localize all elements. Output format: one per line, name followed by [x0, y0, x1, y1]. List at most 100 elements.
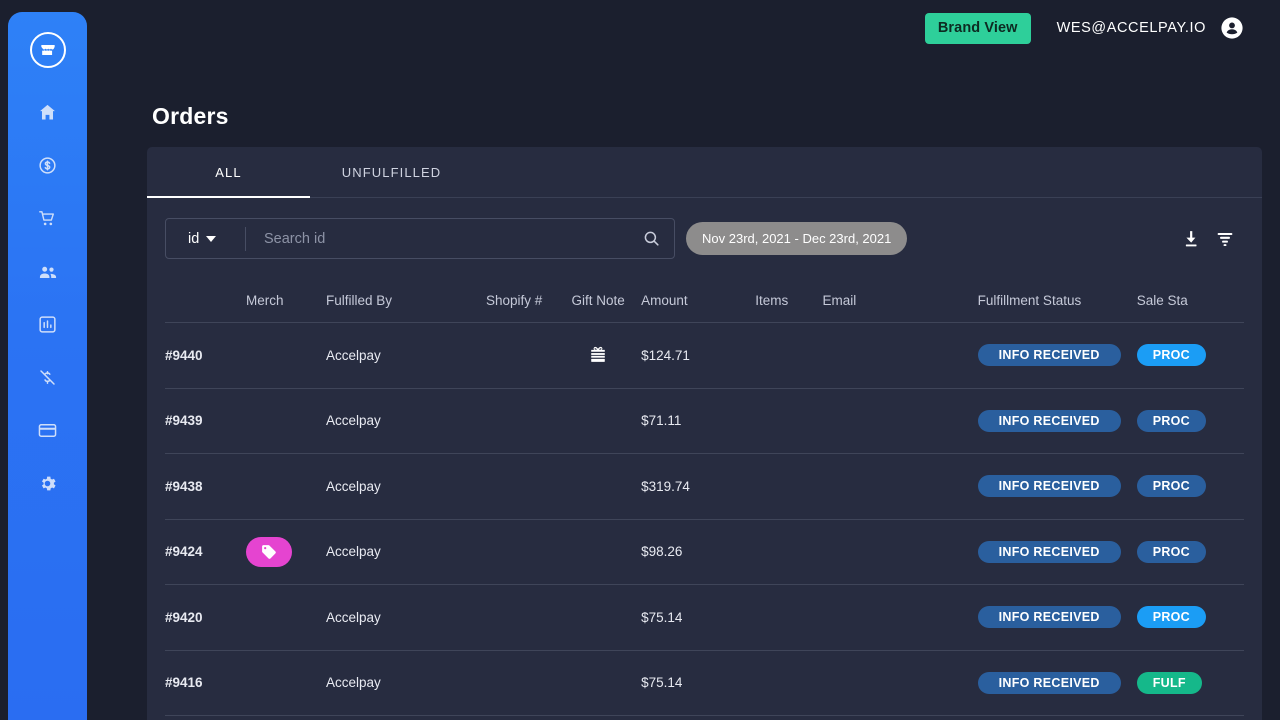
sidebar — [8, 12, 87, 720]
cell-amount: $75.14 — [641, 675, 755, 690]
cell-fulfilled-by: Accelpay — [326, 610, 486, 625]
account-circle-icon[interactable] — [1220, 16, 1244, 40]
cell-amount: $124.71 — [641, 348, 755, 363]
cell-fulfilled-by: Accelpay — [326, 479, 486, 494]
cell-amount: $71.11 — [641, 413, 755, 428]
toolbar: id Nov 23rd, 2021 - Dec 23rd, 2021 — [147, 198, 1262, 279]
cell-order-id: #9416 — [165, 675, 246, 690]
filter-icon[interactable] — [1208, 222, 1242, 256]
column-header-amount: Amount — [641, 293, 755, 308]
cell-order-id: #9438 — [165, 479, 246, 494]
column-header-items: Items — [755, 293, 822, 308]
cell-fulfillment-status: INFO RECEIVED — [978, 344, 1137, 366]
status-badge-sale: PROC — [1137, 541, 1206, 563]
cell-fulfilled-by: Accelpay — [326, 348, 486, 363]
table-body: #9440Accelpay$124.71INFO RECEIVEDPROC#94… — [165, 323, 1244, 716]
status-badge-sale: PROC — [1137, 344, 1206, 366]
sidebar-item-analytics[interactable] — [25, 298, 71, 351]
column-header-merch: Merch — [246, 293, 326, 308]
app-root: Brand View WES@ACCELPAY.IO Orders ALL UN… — [0, 0, 1280, 720]
column-header-gift-note: Gift Note — [555, 293, 641, 308]
table-row[interactable]: #9416 Accelpay $75.14 INFO RECEIVED FULF — [165, 651, 1244, 717]
sidebar-item-orders[interactable] — [25, 192, 71, 245]
shopping-cart-icon — [37, 208, 58, 229]
tabs: ALL UNFULFILLED — [147, 147, 1262, 198]
cell-fulfilled-by: Accelpay — [326, 413, 486, 428]
status-badge-fulfillment: INFO RECEIVED — [978, 606, 1121, 628]
table-row[interactable]: #9440 Accelpay $124.71 INFO RECEIVEDPROC — [165, 323, 1244, 389]
tab-all[interactable]: ALL — [147, 147, 310, 197]
sidebar-item-billing[interactable] — [25, 404, 71, 457]
search-input[interactable] — [246, 231, 628, 247]
cell-sale-status: PROC — [1137, 344, 1244, 366]
cell-order-id: #9439 — [165, 413, 246, 428]
page-title: Orders — [152, 103, 229, 130]
table-row[interactable]: #9439 Accelpay $71.11 INFO RECEIVED PROC — [165, 389, 1244, 455]
status-badge-sale: FULF — [1137, 672, 1202, 694]
download-icon[interactable] — [1174, 222, 1208, 256]
status-badge-sale: PROC — [1137, 410, 1206, 432]
search-icon[interactable] — [628, 229, 674, 248]
table-row[interactable]: #9424Accelpay$98.26INFO RECEIVEDPROC — [165, 520, 1244, 586]
search-field-select[interactable]: id — [166, 219, 241, 258]
user-email-label: WES@ACCELPAY.IO — [1057, 20, 1206, 36]
column-header-sale-status: Sale Sta — [1137, 293, 1244, 308]
sidebar-item-customers[interactable] — [25, 245, 71, 298]
sidebar-item-payouts[interactable] — [25, 139, 71, 192]
column-header-shopify: Shopify # — [486, 293, 555, 308]
money-off-icon — [37, 367, 58, 388]
column-header-email: Email — [823, 293, 978, 308]
cell-fulfillment-status: INFO RECEIVED — [978, 541, 1137, 563]
table-row[interactable]: #9420 Accelpay $75.14 INFO RECEIVED PROC — [165, 585, 1244, 651]
sidebar-item-home[interactable] — [25, 86, 71, 139]
merch-tag-icon — [260, 543, 278, 561]
gift-note-icon — [587, 344, 609, 366]
search-box: id — [165, 218, 675, 259]
gear-icon — [37, 473, 58, 494]
sidebar-item-refunds[interactable] — [25, 351, 71, 404]
cell-amount: $319.74 — [641, 479, 755, 494]
cell-order-id: #9424 — [165, 544, 246, 559]
people-icon — [37, 261, 59, 283]
cell-fulfillment-status: INFO RECEIVED — [978, 606, 1137, 628]
chevron-down-icon — [206, 236, 216, 242]
cell-order-id: #9440 — [165, 348, 246, 363]
merch-tag-badge[interactable] — [246, 537, 292, 567]
cell-merch — [246, 537, 326, 567]
tab-unfulfilled[interactable]: UNFULFILLED — [310, 147, 473, 197]
column-header-fulfilled-by: Fulfilled By — [326, 293, 486, 308]
table-header-row: Merch Fulfilled By Shopify # Gift Note A… — [165, 279, 1244, 323]
cell-fulfillment-status: INFO RECEIVED — [978, 672, 1137, 694]
orders-panel: ALL UNFULFILLED id Nov 23rd, 2021 - Dec … — [147, 147, 1262, 720]
cell-amount: $98.26 — [641, 544, 755, 559]
table-row[interactable]: #9438 Accelpay $319.74 INFO RECEIVED PROC — [165, 454, 1244, 520]
orders-table: Merch Fulfilled By Shopify # Gift Note A… — [147, 279, 1262, 716]
status-badge-fulfillment: INFO RECEIVED — [978, 410, 1121, 432]
cell-gift-note — [555, 344, 641, 366]
cell-sale-status: FULF — [1137, 672, 1244, 694]
search-field-value: id — [188, 231, 199, 247]
cell-fulfilled-by: Accelpay — [326, 675, 486, 690]
status-badge-sale: PROC — [1137, 606, 1206, 628]
cell-sale-status: PROC — [1137, 410, 1244, 432]
sidebar-nav — [8, 86, 87, 510]
cell-sale-status: PROC — [1137, 606, 1244, 628]
cell-fulfillment-status: INFO RECEIVED — [978, 410, 1137, 432]
brand-view-button[interactable]: Brand View — [925, 13, 1031, 44]
cell-fulfillment-status: INFO RECEIVED — [978, 475, 1137, 497]
status-badge-fulfillment: INFO RECEIVED — [978, 475, 1121, 497]
status-badge-fulfillment: INFO RECEIVED — [978, 672, 1121, 694]
status-badge-sale: PROC — [1137, 475, 1206, 497]
storefront-logo-icon[interactable] — [30, 32, 66, 68]
sidebar-item-settings[interactable] — [25, 457, 71, 510]
date-range-chip[interactable]: Nov 23rd, 2021 - Dec 23rd, 2021 — [686, 222, 907, 255]
cell-sale-status: PROC — [1137, 475, 1244, 497]
cell-amount: $75.14 — [641, 610, 755, 625]
topbar: Brand View WES@ACCELPAY.IO — [95, 0, 1280, 56]
status-badge-fulfillment: INFO RECEIVED — [978, 541, 1121, 563]
dollar-circle-icon — [37, 155, 58, 176]
home-icon — [37, 102, 58, 123]
credit-card-icon — [37, 420, 58, 441]
cell-sale-status: PROC — [1137, 541, 1244, 563]
cell-order-id: #9420 — [165, 610, 246, 625]
